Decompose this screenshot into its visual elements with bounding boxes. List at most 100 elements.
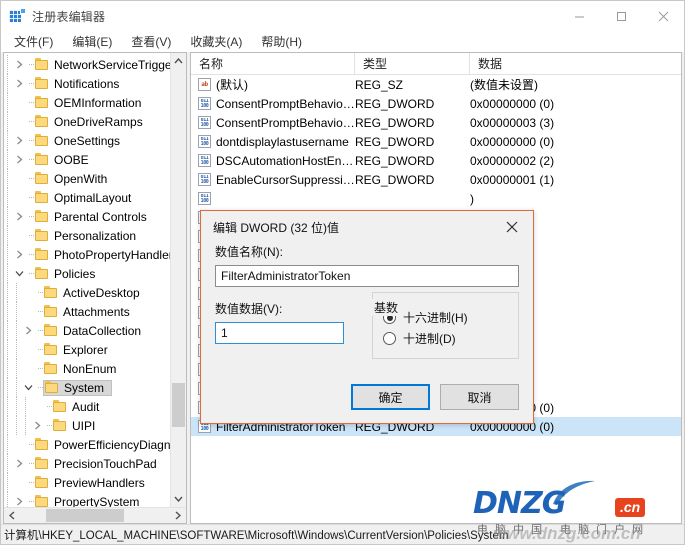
menu-file[interactable]: 文件(F) [10,32,62,52]
folder-icon [35,134,50,147]
tree-connector [44,416,53,435]
chevron-right-icon[interactable] [31,421,44,430]
table-row[interactable]: 011 100 ConsentPromptBehaviorA... REG_DWORD… [191,94,681,113]
folder-icon [35,58,50,71]
chevron-right-icon[interactable] [13,459,26,468]
table-row[interactable]: 011 100 DSCAutomationHostEnabl... REG_DWORD… [191,151,681,170]
chevron-right-icon[interactable] [22,326,35,335]
tree-node-label: PowerEfficiencyDiagnos [54,437,184,452]
menu-help[interactable]: 帮助(H) [257,32,311,52]
edit-dword-dialog: 编辑 DWORD (32 位)值 数值名称(N): FilterAdminist… [200,210,534,424]
chevron-down-icon[interactable] [13,270,26,277]
menu-edit[interactable]: 编辑(E) [68,32,121,52]
minimize-button[interactable] [558,1,600,31]
ok-button[interactable]: 确定 [351,384,430,410]
dialog-row-data-base: 数值数据(V): 1 基数 十六进制(H) 十进制(D) [215,292,519,359]
tree-hscroll-thumb[interactable] [46,509,124,522]
tree-indent-guide [4,207,13,226]
column-header-data[interactable]: 数据 [470,53,681,74]
scroll-left-icon[interactable] [4,508,20,524]
tree-connector [26,454,35,473]
tree-node[interactable]: PhotoPropertyHandler [4,245,173,264]
tree-node[interactable]: DataCollection [4,321,170,340]
tree-vertical-scrollbar[interactable] [170,53,186,507]
tree-node[interactable]: Parental Controls [4,207,170,226]
tree-indent-guide [4,264,13,283]
tree-node[interactable]: OptimalLayout [4,188,170,207]
tree-scroll-area: NetworkServiceTrigger Notifications OEMInf… [4,53,186,507]
tree-node-selected[interactable]: System [43,379,113,396]
tree-node[interactable]: PrecisionTouchPad [4,454,170,473]
tree-node[interactable]: ActiveDesktop [4,283,170,302]
tree-node[interactable]: PowerEfficiencyDiagnos [4,435,183,454]
tree-node[interactable]: OneDriveRamps [4,112,170,131]
table-row[interactable]: 011 100 dontdisplaylastusername REG_DWORD 0x… [191,132,681,151]
value-data-input[interactable]: 1 [215,322,344,344]
tree-node-label: NonEnum [63,361,117,376]
value-data: 0x00000000 (0) [470,134,555,149]
scroll-up-icon[interactable] [171,53,186,69]
status-path: 计算机\HKEY_LOCAL_MACHINE\SOFTWARE\Microsof… [4,529,509,542]
column-header-name[interactable]: 名称 [191,53,355,74]
close-button[interactable] [642,1,684,31]
tree-node[interactable]: Attachments [4,302,170,321]
dword-value-icon: 011100 [198,154,211,167]
tree-node[interactable]: PropertySystem [4,492,170,507]
tree-node[interactable]: OOBE [4,150,170,169]
maximize-button[interactable] [600,1,642,31]
tree-node-label: PreviewHandlers [54,475,145,490]
scroll-right-icon[interactable] [170,508,186,524]
folder-icon [35,229,50,242]
value-name: dontdisplaylastusername [216,134,349,149]
radio-decimal[interactable]: 十进制(D) [383,328,508,349]
chevron-down-icon[interactable] [22,384,35,391]
tree-node[interactable]: Explorer [4,340,170,359]
tree-node[interactable]: UIPI [4,416,170,435]
registry-tree[interactable]: NetworkServiceTrigger Notifications OEMInf… [4,53,183,507]
tree-node[interactable]: System [4,378,170,397]
dword-value-icon: 011100 [198,192,211,205]
menu-view[interactable]: 查看(V) [127,32,180,52]
tree-node[interactable]: OpenWith [4,169,170,188]
registry-editor-icon [9,8,26,24]
table-row[interactable]: 011 100 ConsentPromptBehaviorU... REG_DWORD… [191,113,681,132]
tree-node[interactable]: Audit [4,397,170,416]
chevron-right-icon[interactable] [13,60,26,69]
dialog-close-button[interactable] [491,212,533,242]
scroll-down-icon[interactable] [171,491,186,507]
value-name-input[interactable]: FilterAdministratorToken [215,265,519,287]
tree-node[interactable]: OEMInformation [4,93,170,112]
chevron-right-icon[interactable] [13,497,26,506]
chevron-right-icon[interactable] [13,136,26,145]
tree-connector [26,226,35,245]
tree-node[interactable]: NonEnum [4,359,170,378]
tree-indent-guide [4,283,13,302]
table-row[interactable]: 011100) [191,189,681,208]
menu-favorites[interactable]: 收藏夹(A) [186,32,251,52]
tree-node[interactable]: NetworkServiceTrigger [4,55,176,74]
table-row[interactable]: 011 100 EnableCursorSuppression REG_DWORD 0x… [191,170,681,189]
cell-name: 011 100 ConsentPromptBehaviorA... [191,97,355,111]
cancel-button[interactable]: 取消 [440,384,519,410]
tree-scroll-thumb[interactable] [172,383,185,427]
tree-node-label: Policies [54,266,96,281]
tree-connector [26,207,35,226]
tree-node[interactable]: Personalization [4,226,170,245]
tree-indent-guide [13,340,22,359]
chevron-right-icon[interactable] [13,250,26,259]
column-header-type[interactable]: 类型 [355,53,470,74]
chevron-right-icon[interactable] [13,155,26,164]
chevron-right-icon[interactable] [13,212,26,221]
tree-node-label: OneSettings [54,133,121,148]
tree-node[interactable]: Notifications [4,74,170,93]
tree-node-label: OptimalLayout [54,190,132,205]
tree-node[interactable]: Policies [4,264,170,283]
chevron-right-icon[interactable] [13,79,26,88]
tree-horizontal-scrollbar[interactable] [4,507,186,523]
table-row[interactable]: ab (默认) REG_SZ (数值未设置) [191,75,681,94]
dialog-title: 编辑 DWORD (32 位)值 [213,220,340,235]
tree-connector [35,359,44,378]
tree-node[interactable]: PreviewHandlers [4,473,170,492]
radio-hexadecimal[interactable]: 十六进制(H) [383,307,508,328]
tree-node[interactable]: OneSettings [4,131,170,150]
